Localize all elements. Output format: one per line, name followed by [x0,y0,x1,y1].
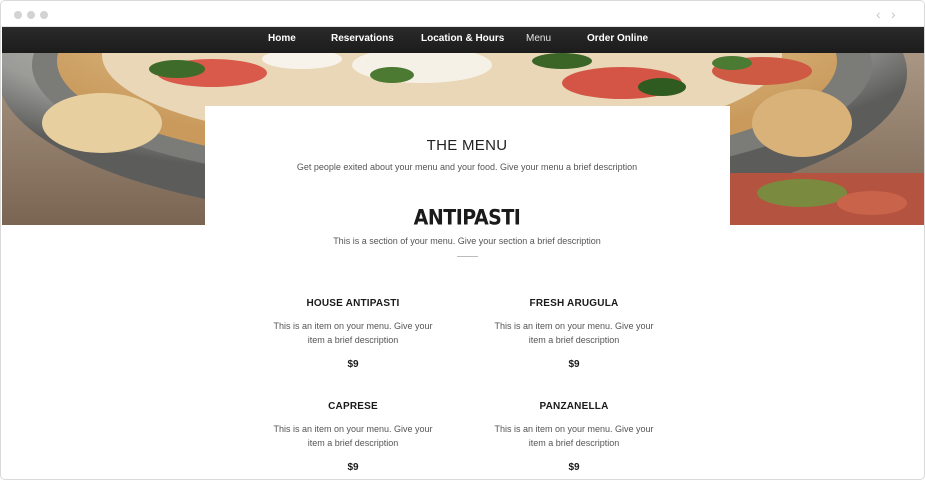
menu-item-panzanella: PANZANELLA This is an item on your menu.… [474,401,674,473]
window-zoom-dot[interactable] [40,11,48,19]
menu-item-price: $9 [347,359,359,370]
menu-description: Get people exited about your menu and yo… [296,162,638,172]
nav-order-online[interactable]: Order Online [587,27,648,53]
menu-item-name: CAPRESE [328,401,378,412]
menu-item-description: This is an item on your menu. Give your … [273,424,433,448]
nav-home[interactable]: Home [268,27,296,53]
menu-item-description: This is an item on your menu. Give your … [494,321,654,345]
menu-item-name: PANZANELLA [539,401,609,412]
menu-item-name: HOUSE ANTIPASTI [306,298,400,309]
chevron-right-icon[interactable]: › [891,6,896,22]
menu-item-house-antipasti: HOUSE ANTIPASTI This is an item on your … [253,298,453,370]
menu-title: THE MENU [426,137,508,154]
menu-item-description: This is an item on your menu. Give your … [494,424,654,448]
menu-item-caprese: CAPRESE This is an item on your menu. Gi… [253,401,453,473]
window-close-dot[interactable] [14,11,22,19]
section-title: ANTIPASTI [413,205,521,231]
menu-item-fresh-arugula: FRESH ARUGULA This is an item on your me… [474,298,674,370]
window-minimize-dot[interactable] [27,11,35,19]
site-nav: Home Reservations Location & Hours Menu … [2,27,924,53]
nav-reservations[interactable]: Reservations [331,27,394,53]
browser-window: ‹ › Home Reservations Location & Hours M… [0,0,925,480]
section-divider [457,256,478,257]
chevron-left-icon[interactable]: ‹ [876,6,881,22]
nav-menu[interactable]: Menu [526,27,551,53]
menu-item-price: $9 [568,462,580,473]
browser-toolbar: ‹ › [1,1,924,27]
nav-location-hours[interactable]: Location & Hours [421,27,504,53]
menu-item-price: $9 [568,359,580,370]
section-description: This is a section of your menu. Give you… [333,236,601,246]
menu-item-description: This is an item on your menu. Give your … [273,321,433,345]
menu-item-price: $9 [347,462,359,473]
menu-item-name: FRESH ARUGULA [529,298,619,309]
